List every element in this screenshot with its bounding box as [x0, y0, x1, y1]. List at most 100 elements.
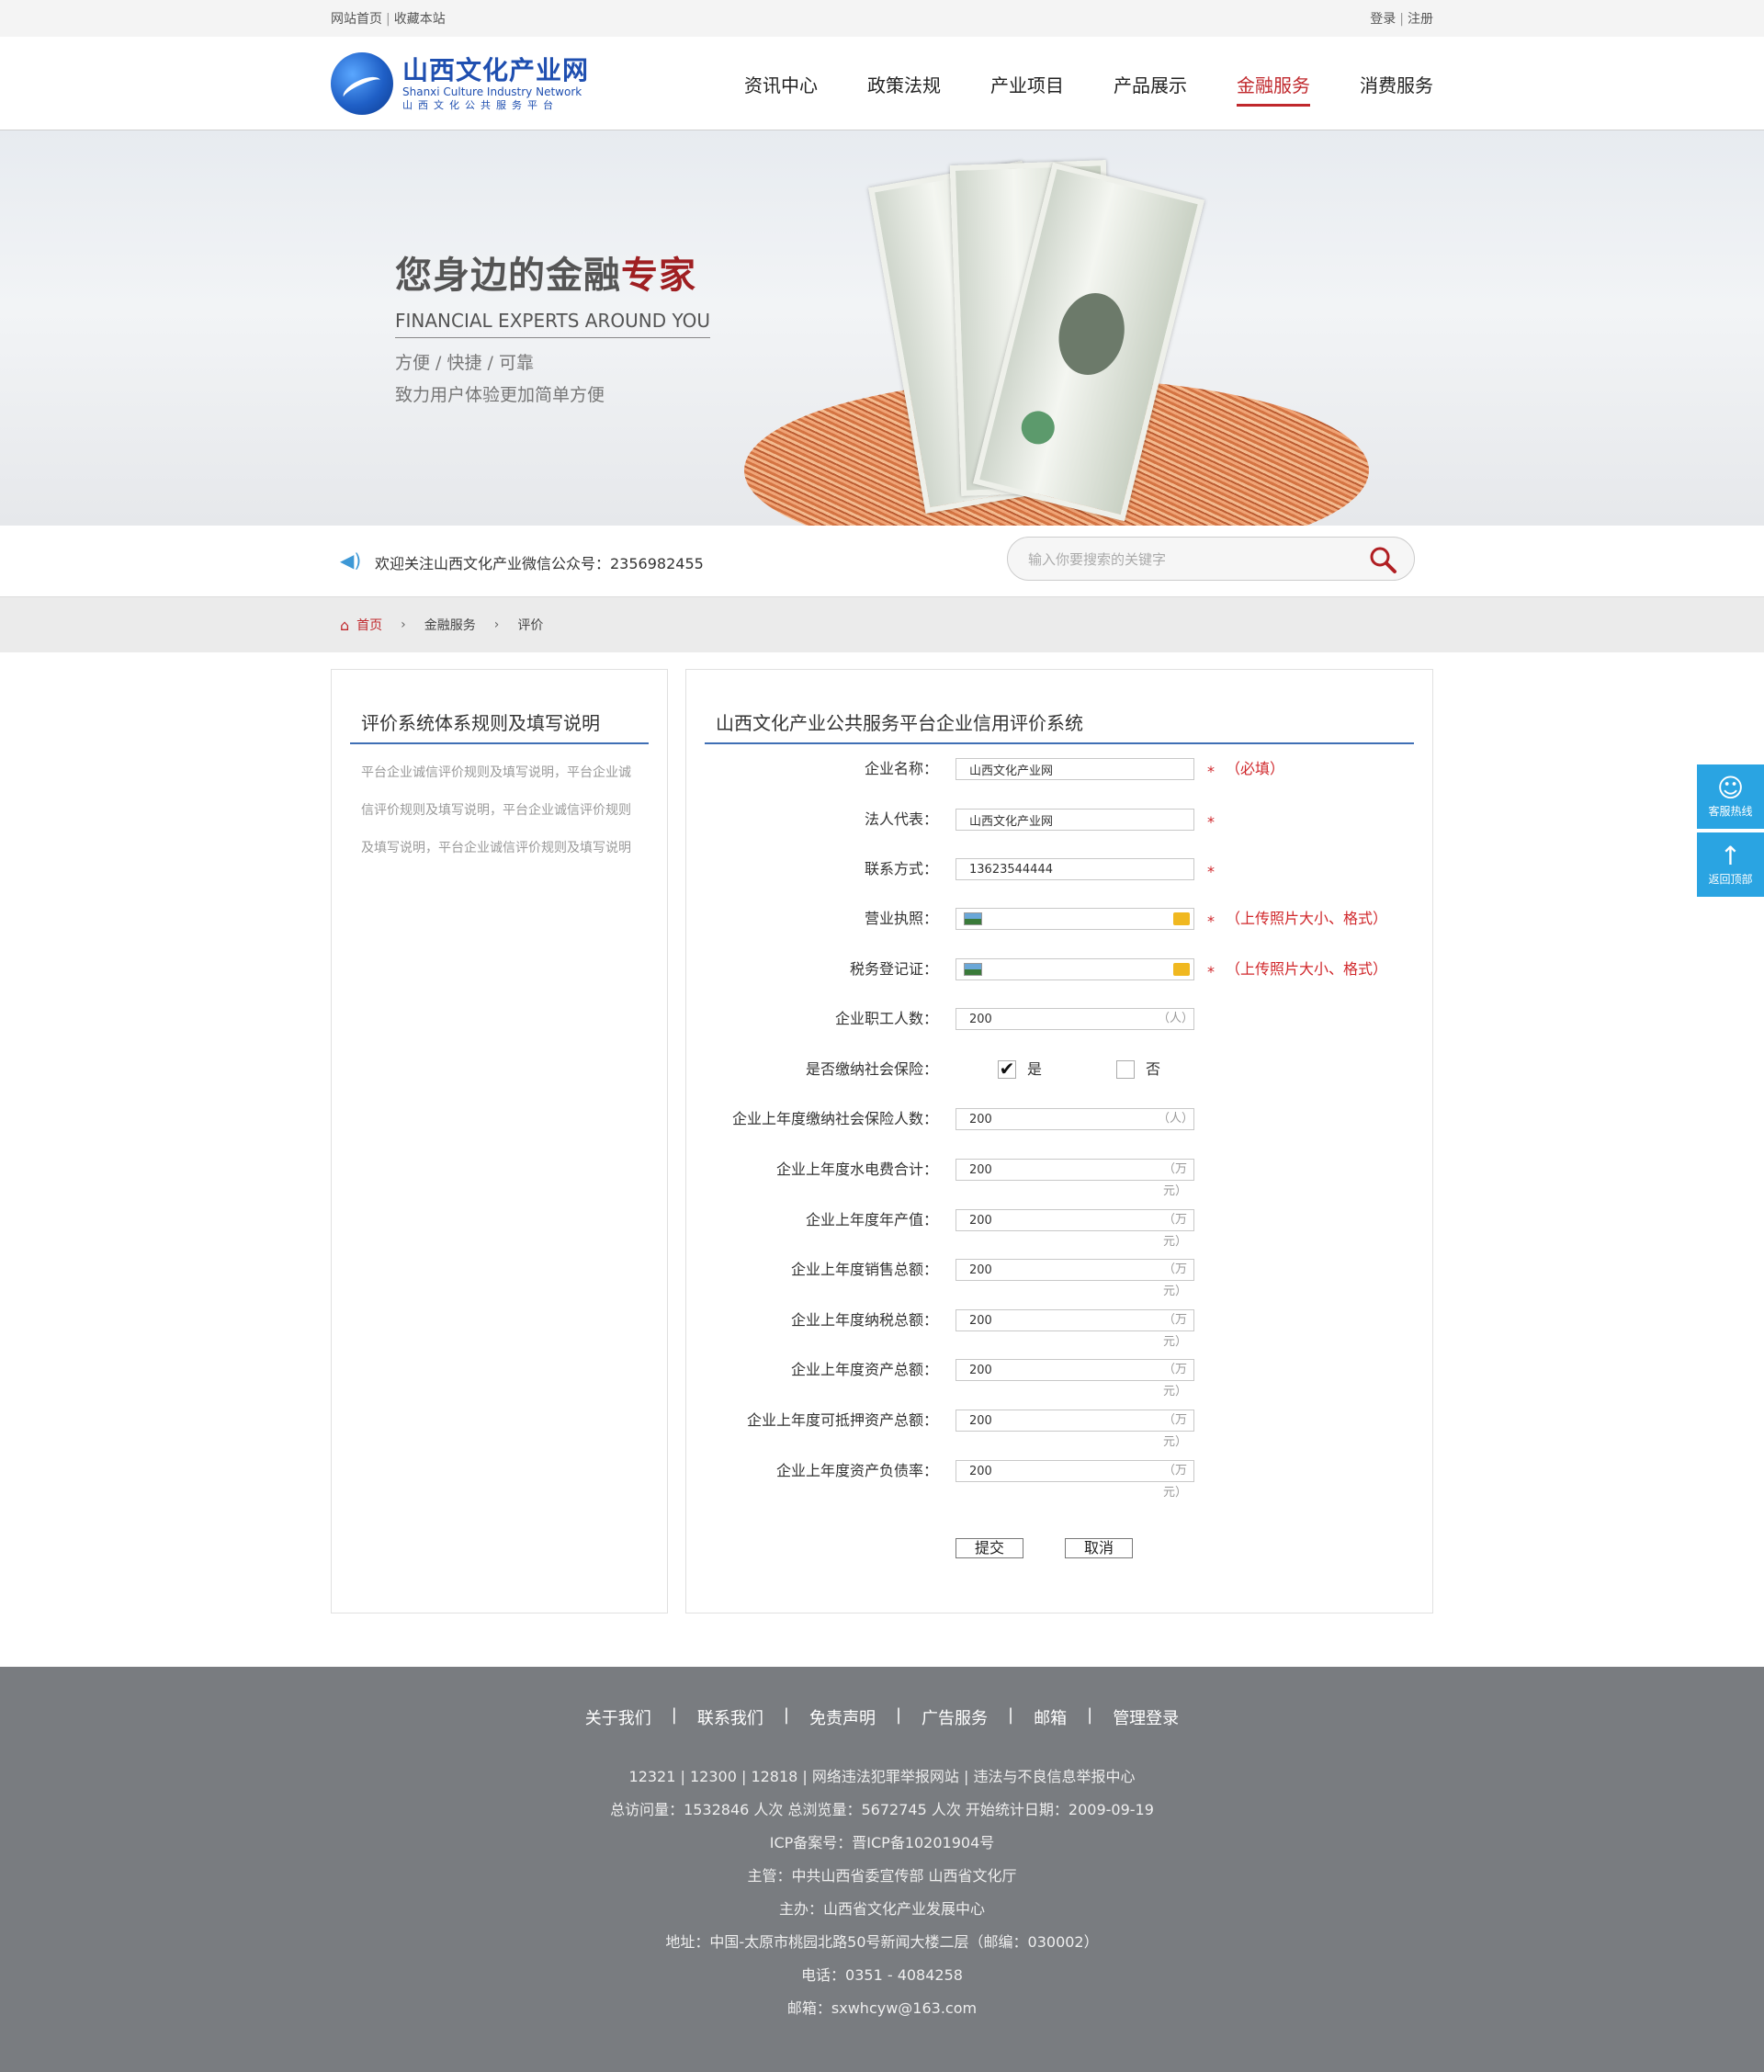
- footer-contact-link[interactable]: 联系我们: [697, 1705, 763, 1729]
- footer-links: 关于我们 | 联系我们 | 免责声明 | 广告服务 | 邮箱 | 管理登录: [0, 1705, 1764, 1729]
- hotline-label: 客服热线: [1708, 805, 1753, 818]
- footer-email-line: 邮箱：sxwhcyw@163.com: [786, 1999, 978, 2017]
- nav-products[interactable]: 产品展示: [1114, 62, 1187, 107]
- form-row-sales: 企业上年度销售总额： （万元）: [686, 1259, 1434, 1298]
- footer-phone-line: 电话：0351 - 4084258: [801, 1966, 963, 1984]
- hero-banner: 您身边的金融专家 FINANCIAL EXPERTS AROUND YOU 方便…: [0, 130, 1764, 526]
- legal-rep-label: 法人代表：: [864, 810, 938, 828]
- form-row-debt: 企业上年度资产负债率： （万元）: [686, 1460, 1434, 1500]
- license-upload[interactable]: [956, 908, 1194, 930]
- search-input[interactable]: [1028, 549, 1331, 571]
- nav-news[interactable]: 资讯中心: [744, 62, 818, 107]
- legal-rep-input[interactable]: [956, 809, 1194, 831]
- banner-description: 致力用户体验更加简单方便: [395, 385, 605, 405]
- form-row-tax-cert: 税务登记证： * （上传照片大小、格式）: [686, 958, 1434, 980]
- banner-text: 您身边的金融专家 FINANCIAL EXPERTS AROUND YOU 方便…: [395, 245, 710, 406]
- footer-ads-link[interactable]: 广告服务: [922, 1705, 988, 1729]
- insurance-no-checkbox[interactable]: [1116, 1060, 1135, 1079]
- arrow-up-icon: ↑: [1719, 841, 1742, 871]
- nav-policy[interactable]: 政策法规: [867, 62, 941, 107]
- tax-label: 企业上年度纳税总额：: [790, 1311, 938, 1329]
- footer-supervisor-line: 主管：中共山西省委宣传部 山西省文化厅: [747, 1867, 1017, 1885]
- unit-label: （人）: [1158, 1012, 1194, 1025]
- insurance-yes-checkbox[interactable]: ✔: [998, 1059, 1016, 1079]
- form-row-insurance: 是否缴纳社会保险： ✔ 是 否: [686, 1059, 1434, 1081]
- search-icon[interactable]: [1368, 545, 1397, 574]
- nav-finance[interactable]: 金融服务: [1237, 62, 1310, 107]
- contact-input[interactable]: [956, 858, 1194, 880]
- separator: |: [1008, 1705, 1014, 1725]
- register-link[interactable]: 注册: [1408, 12, 1433, 27]
- footer-stats-line: 总访问量：1532846 人次 总浏览量：5672745 人次 开始统计日期：2…: [610, 1801, 1154, 1818]
- form-row-legal: 法人代表： *: [686, 809, 1434, 831]
- footer-address-line: 地址：中国-太原市桃园北路50号新闻大楼二层（邮编：030002）: [665, 1933, 1099, 1951]
- contact-label: 联系方式：: [864, 860, 938, 877]
- required-mark: *: [1207, 813, 1215, 831]
- breadcrumb-current: 评价: [517, 618, 544, 633]
- home-icon: ⌂: [340, 616, 350, 634]
- site-home-link[interactable]: 网站首页: [331, 12, 382, 27]
- banner-title-main: 您身边的金融: [395, 255, 621, 297]
- top-left-links: 网站首页 | 收藏本站: [331, 9, 446, 28]
- site-logo[interactable]: 山西文化产业网 Shanxi Culture Industry Network …: [331, 51, 606, 116]
- separator: |: [1087, 1705, 1093, 1725]
- separator: |: [671, 1705, 677, 1725]
- footer-disclaimer-link[interactable]: 免责声明: [809, 1705, 876, 1729]
- back-to-top-button[interactable]: ↑ 返回顶部: [1697, 832, 1764, 897]
- separator: |: [783, 1705, 789, 1725]
- insurance-label: 是否缴纳社会保险：: [805, 1060, 938, 1078]
- upload-note: （上传照片大小、格式）: [1226, 960, 1388, 978]
- hotline-button[interactable]: ☺ 客服热线: [1697, 764, 1764, 829]
- wechat-notice: 欢迎关注山西文化产业微信公众号：2356982455: [375, 555, 704, 572]
- footer-info: 12321 | 12300 | 12818 | 网络违法犯罪举报网站 | 违法与…: [0, 1761, 1764, 2025]
- folder-icon[interactable]: [1173, 963, 1190, 976]
- nav-consumer[interactable]: 消费服务: [1360, 62, 1433, 107]
- footer-admin-link[interactable]: 管理登录: [1113, 1705, 1179, 1729]
- tax-cert-upload[interactable]: [956, 958, 1194, 980]
- back-to-top-label: 返回顶部: [1708, 873, 1753, 886]
- image-icon: [964, 963, 982, 976]
- rules-title: 评价系统体系规则及填写说明: [350, 688, 649, 744]
- breadcrumb-home[interactable]: 首页: [356, 616, 382, 634]
- seal-image: [1017, 407, 1058, 448]
- cancel-button[interactable]: 取消: [1065, 1538, 1133, 1558]
- banner-tagline: 方便 / 快捷 / 可靠: [395, 353, 534, 373]
- insurance-yes-label: 是: [1027, 1060, 1043, 1078]
- unit-label: （万元）: [1162, 1262, 1187, 1298]
- form-title: 山西文化产业公共服务平台企业信用评价系统: [705, 688, 1414, 744]
- top-bar: 网站首页 | 收藏本站 登录 | 注册: [0, 0, 1764, 37]
- banner-subtitle: FINANCIAL EXPERTS AROUND YOU: [395, 310, 710, 338]
- footer-about-link[interactable]: 关于我们: [585, 1705, 651, 1729]
- required-mark: *: [1207, 763, 1215, 780]
- form-row-contact: 联系方式： *: [686, 858, 1434, 880]
- footer: 关于我们 | 联系我们 | 免责声明 | 广告服务 | 邮箱 | 管理登录 12321 |…: [0, 1667, 1764, 2072]
- breadcrumb-finance[interactable]: 金融服务: [424, 616, 476, 634]
- submit-button[interactable]: 提交: [956, 1538, 1023, 1558]
- assets-label: 企业上年度资产总额：: [790, 1361, 938, 1378]
- logo-title: 山西文化产业网: [402, 55, 590, 85]
- chevron-right-icon: ›: [493, 617, 500, 632]
- portrait-image: [1050, 286, 1133, 382]
- nav-projects[interactable]: 产业项目: [990, 62, 1064, 107]
- form-row-tax: 企业上年度纳税总额： （万元）: [686, 1309, 1434, 1349]
- folder-icon[interactable]: [1173, 912, 1190, 925]
- banner-title-highlight: 专家: [621, 255, 696, 297]
- separator: |: [1399, 12, 1404, 27]
- unit-label: （万元）: [1162, 1213, 1187, 1249]
- evaluation-form: 山西文化产业公共服务平台企业信用评价系统 企业名称： * （必填） 法人代表： …: [685, 669, 1433, 1613]
- debt-ratio-label: 企业上年度资产负债率：: [775, 1462, 938, 1479]
- required-mark: *: [1207, 963, 1215, 980]
- unit-label: （万元）: [1162, 1313, 1187, 1349]
- form-row-mortgage: 企业上年度可抵押资产总额： （万元）: [686, 1410, 1434, 1449]
- required-note: （必填）: [1226, 760, 1285, 777]
- image-icon: [964, 912, 982, 925]
- unit-label: （万元）: [1162, 1162, 1187, 1198]
- company-name-label: 企业名称：: [864, 760, 938, 777]
- company-name-input[interactable]: [956, 758, 1194, 780]
- bookmark-link[interactable]: 收藏本站: [394, 12, 446, 27]
- main-nav: 资讯中心 政策法规 产业项目 产品展示 金融服务 消费服务: [695, 37, 1433, 130]
- login-link[interactable]: 登录: [1370, 12, 1396, 27]
- logo-icon: [331, 52, 393, 115]
- footer-mail-link[interactable]: 邮箱: [1034, 1705, 1067, 1729]
- footer-icp-line: ICP备案号：晋ICP备10201904号: [769, 1834, 995, 1851]
